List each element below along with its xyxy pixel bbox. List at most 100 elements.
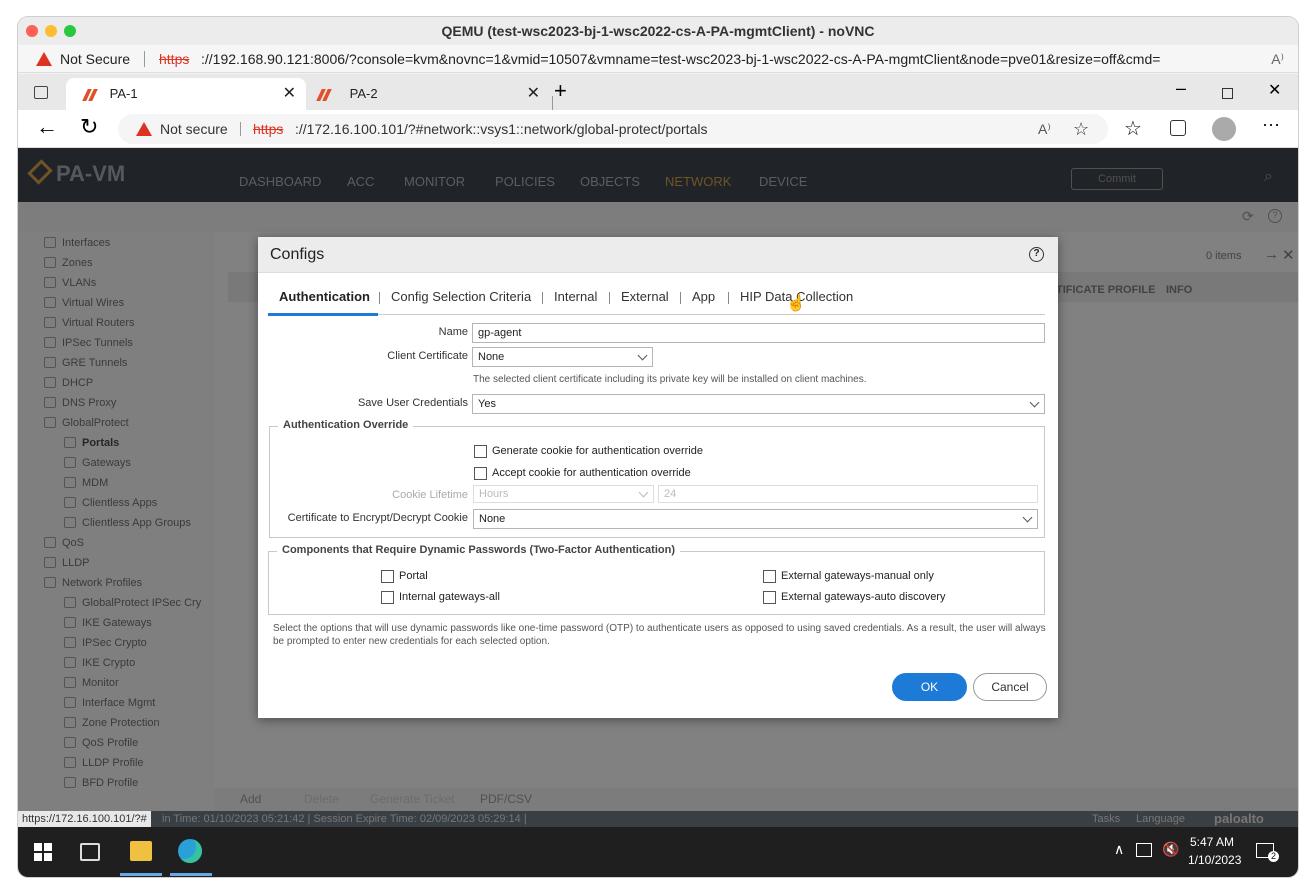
internal-gateways-all-label: Internal gateways-all xyxy=(399,591,500,603)
ok-button[interactable]: OK xyxy=(892,673,967,701)
url-scheme: https xyxy=(159,51,190,67)
add-favorite-icon[interactable]: ☆ xyxy=(1073,114,1089,144)
outer-address-bar[interactable]: Not Secure https ://192.168.90.121:8006/… xyxy=(18,45,1298,73)
language-link[interactable]: Language xyxy=(1136,813,1185,825)
favorites-icon[interactable]: ☆ xyxy=(1124,116,1142,141)
restore-icon[interactable] xyxy=(1222,88,1233,99)
window-title: QEMU (test-wsc2023-bj-1-wsc2022-cs-A-PA-… xyxy=(18,17,1298,45)
tab-authentication[interactable]: Authentication xyxy=(279,289,370,304)
cert-encrypt-label: Certificate to Encrypt/Decrypt Cookie xyxy=(287,512,468,524)
tab-internal[interactable]: Internal xyxy=(554,289,597,304)
client-certificate-note: The selected client certificate includin… xyxy=(473,374,867,385)
new-tab-button[interactable]: + xyxy=(554,78,567,104)
save-user-credentials-value: Yes xyxy=(478,398,496,410)
external-auto-checkbox[interactable] xyxy=(763,591,776,604)
not-secure-label: Not secure xyxy=(160,121,228,137)
cert-encrypt-value: None xyxy=(479,513,506,525)
external-auto-label: External gateways-auto discovery xyxy=(781,591,946,603)
generate-cookie-checkbox[interactable] xyxy=(474,445,487,458)
internal-gateways-all-checkbox[interactable] xyxy=(381,591,394,604)
warning-icon xyxy=(136,114,152,144)
file-explorer-icon[interactable] xyxy=(130,841,152,861)
url-scheme: https xyxy=(253,121,284,137)
name-input[interactable]: gp-agent xyxy=(472,323,1045,343)
cookie-lifetime-input[interactable]: 24 xyxy=(658,485,1038,503)
close-window-button[interactable] xyxy=(26,25,38,37)
accept-cookie-checkbox[interactable] xyxy=(474,467,487,480)
external-manual-label: External gateways-manual only xyxy=(781,570,934,582)
tasks-link[interactable]: Tasks xyxy=(1092,813,1120,825)
paloalto-favicon-icon xyxy=(316,88,332,101)
chevron-down-icon xyxy=(638,487,649,498)
windows-start-icon[interactable] xyxy=(34,843,52,861)
client-certificate-select[interactable]: None xyxy=(472,347,653,367)
url-text: ://172.16.100.101/?#network::vsys1::netw… xyxy=(295,121,708,137)
refresh-icon[interactable]: ↻ xyxy=(80,114,98,140)
warning-icon xyxy=(36,45,52,73)
save-user-credentials-select[interactable]: Yes xyxy=(472,394,1045,414)
generate-cookie-label: Generate cookie for authentication overr… xyxy=(492,445,703,457)
window-title-text: QEMU (test-wsc2023-bj-1-wsc2022-cs-A-PA-… xyxy=(441,23,875,39)
profile-avatar[interactable] xyxy=(1212,117,1236,141)
section-title: Components that Require Dynamic Password… xyxy=(277,544,680,556)
portal-checkbox[interactable] xyxy=(381,570,394,583)
dynamic-passwords-section: Components that Require Dynamic Password… xyxy=(268,544,1045,615)
hand-cursor-icon: ☝ xyxy=(786,295,806,312)
section-title: Authentication Override xyxy=(278,419,414,431)
minimize-window-button[interactable] xyxy=(45,25,57,37)
clock-time[interactable]: 5:47 AM xyxy=(1190,835,1234,849)
read-aloud-icon[interactable]: A⁾ xyxy=(1271,45,1284,73)
browser-toolbar: ← ↻ Not secure https ://172.16.100.101/?… xyxy=(18,110,1298,148)
tab-app[interactable]: App xyxy=(692,289,715,304)
task-view-icon[interactable] xyxy=(80,843,100,861)
dialog-title: Configs xyxy=(270,246,325,263)
notification-badge: 2 xyxy=(1268,851,1279,862)
tab-pa-1[interactable]: PA-1 ✕ xyxy=(66,78,306,110)
network-icon[interactable] xyxy=(1136,843,1152,857)
cookie-lifetime-unit-select[interactable]: Hours xyxy=(473,485,654,503)
accept-cookie-label: Accept cookie for authentication overrid… xyxy=(492,467,691,479)
configs-dialog: Configs? Authentication Config Selection… xyxy=(258,237,1058,718)
tab-config-selection-criteria[interactable]: Config Selection Criteria xyxy=(391,289,531,304)
help-icon[interactable]: ? xyxy=(1029,247,1044,262)
clock-date[interactable]: 1/10/2023 xyxy=(1188,853,1241,867)
tab-label: PA-2 xyxy=(349,86,378,101)
tab-external[interactable]: External xyxy=(621,289,669,304)
status-bar: https://172.16.100.101/?# in Time: 01/10… xyxy=(18,811,1298,829)
volume-muted-icon[interactable]: 🔇 xyxy=(1162,841,1179,858)
client-certificate-value: None xyxy=(478,351,505,363)
close-browser-icon[interactable]: ✕ xyxy=(1268,80,1281,100)
cookie-unit-value: Hours xyxy=(479,488,509,500)
browser-tab-strip: PA-1 ✕ PA-2 ✕ + – ✕ xyxy=(18,74,1298,110)
back-icon[interactable]: ← xyxy=(36,114,58,140)
close-tab-icon[interactable]: ✕ xyxy=(283,78,296,110)
chevron-down-icon xyxy=(1029,397,1040,408)
outer-url: ://192.168.90.121:8006/?console=kvm&novn… xyxy=(201,51,1161,67)
dialog-tabs: Authentication Config Selection Criteria… xyxy=(268,281,1045,316)
save-user-credentials-label: Save User Credentials xyxy=(357,397,468,409)
not-secure-label: Not Secure xyxy=(60,51,131,67)
tab-label: PA-1 xyxy=(109,86,138,101)
edge-icon[interactable] xyxy=(178,839,202,863)
address-bar[interactable]: Not secure https ://172.16.100.101/?#net… xyxy=(118,114,1108,144)
external-manual-checkbox[interactable] xyxy=(763,570,776,583)
tab-pa-2[interactable]: PA-2 ✕ xyxy=(308,78,548,110)
paloalto-favicon-icon xyxy=(82,88,98,101)
cert-encrypt-select[interactable]: None xyxy=(473,509,1038,529)
windows-taskbar: ∧ 🔇 5:47 AM 1/10/2023 2 xyxy=(18,827,1298,877)
novnc-window: QEMU (test-wsc2023-bj-1-wsc2022-cs-A-PA-… xyxy=(18,17,1298,877)
cancel-button[interactable]: Cancel xyxy=(973,673,1047,701)
zoom-window-button[interactable] xyxy=(64,25,76,37)
client-certificate-label: Client Certificate xyxy=(387,350,468,362)
read-aloud-icon[interactable]: A⁾ xyxy=(1038,114,1051,144)
chevron-down-icon xyxy=(1022,512,1033,523)
close-tab-icon[interactable]: ✕ xyxy=(527,78,540,110)
name-label: Name xyxy=(438,326,468,338)
portal-label: Portal xyxy=(399,570,428,582)
minimize-icon[interactable]: – xyxy=(1176,78,1186,99)
chevron-down-icon xyxy=(637,350,648,361)
tab-actions-icon[interactable] xyxy=(34,86,48,99)
more-menu-icon[interactable]: ··· xyxy=(1262,114,1280,135)
chevron-up-icon[interactable]: ∧ xyxy=(1114,841,1124,858)
collections-icon[interactable] xyxy=(1170,120,1186,136)
